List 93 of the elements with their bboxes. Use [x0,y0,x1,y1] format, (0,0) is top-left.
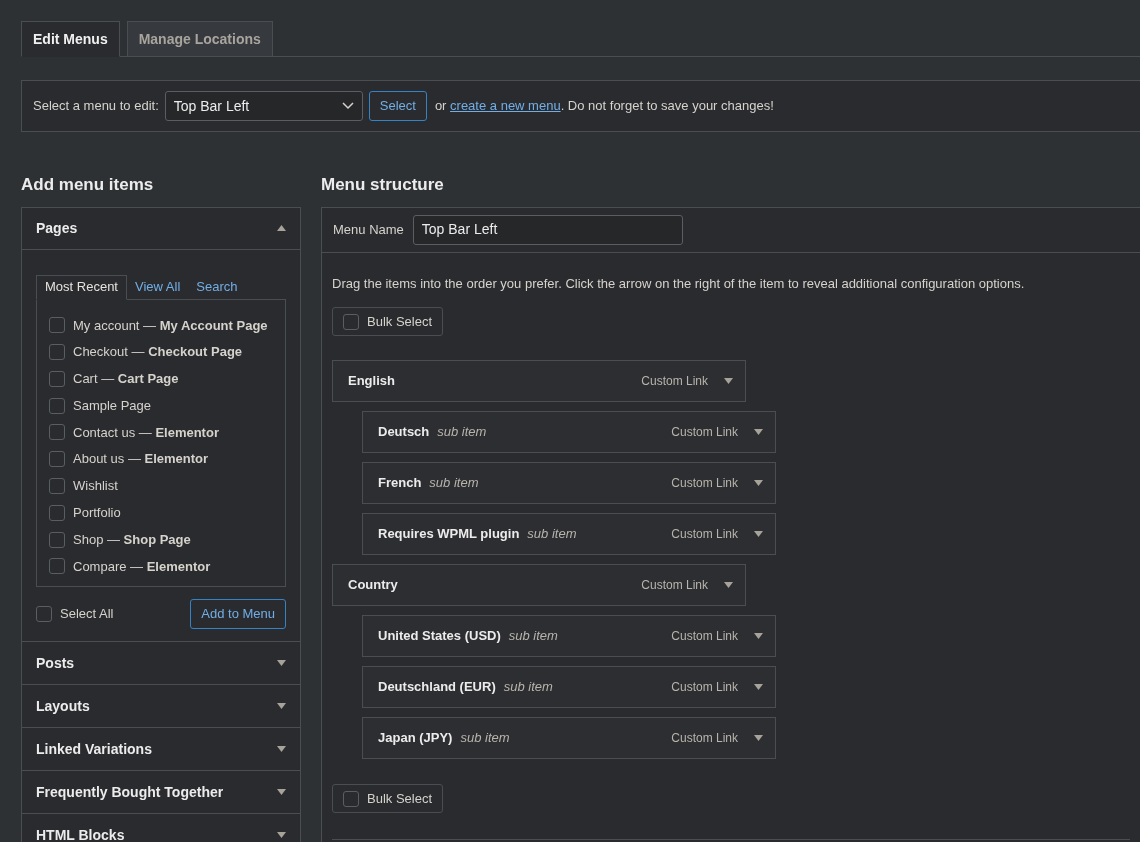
page-option[interactable]: Sample Page [73,395,152,416]
menu-item-type: Custom Link [671,424,738,441]
page-option[interactable]: Compare — Elementor [73,556,211,577]
expand-arrow-icon[interactable] [754,684,763,690]
expand-arrow-icon[interactable] [277,789,286,796]
create-menu-text: or create a new menu. Do not forget to save your changes! [434,97,774,116]
menu-item-type: Custom Link [671,526,738,543]
expand-arrow-icon[interactable] [754,735,763,741]
page-option[interactable]: Portfolio [73,503,121,523]
expand-arrow-icon[interactable] [754,531,763,537]
menu-item-type: Custom Link [671,679,738,696]
checkbox[interactable] [49,504,65,521]
accordion-header[interactable]: Posts [22,642,300,685]
menu-name-field[interactable]: Top Bar Left [412,214,683,245]
page-option[interactable]: Contact us — Elementor [73,422,219,443]
menu-item-title: French [378,474,422,493]
menu-item-title: Requires WPML plugin [378,525,520,544]
bulk-select-button[interactable]: Bulk Select [332,784,444,813]
expand-arrow-icon[interactable] [754,429,763,435]
menu-item[interactable]: French sub item Custom Link [362,462,776,504]
menu-item[interactable]: Deutsch sub item Custom Link [362,411,776,453]
tab[interactable]: Edit Menus [21,21,120,57]
page-option[interactable]: Wishlist [73,476,118,496]
checkbox[interactable] [49,424,65,441]
menu-item-note: sub item [503,678,553,697]
expand-arrow-icon[interactable] [277,660,286,667]
menu-item-type: Custom Link [671,475,738,492]
menu-item[interactable]: English Custom Link [332,360,746,402]
checkbox[interactable] [343,313,359,330]
menu-item-type: Custom Link [641,373,708,390]
page-option[interactable]: Checkout — Checkout Page [73,342,243,362]
menu-item-title: United States (USD) [378,627,501,646]
panel-tab[interactable]: Most Recent [36,274,127,300]
page-option[interactable]: Shop — Shop Page [73,529,191,550]
panel-tab[interactable]: Search [188,274,246,300]
page-option[interactable]: About us — Elementor [73,449,209,469]
page-option[interactable]: Cart — Cart Page [73,369,179,389]
menu-item-type: Custom Link [671,628,738,645]
checkbox[interactable] [49,397,65,414]
expand-arrow-icon[interactable] [754,633,763,639]
expand-arrow-icon[interactable] [277,746,286,753]
checkbox[interactable] [343,790,359,807]
select-all-label[interactable]: Select All [60,604,114,624]
accordion-header[interactable]: Frequently Bought Together [22,771,300,814]
bulk-select-button[interactable]: Bulk Select [332,307,444,336]
menu-item-type: Custom Link [671,730,738,747]
instructions-text: Drag the items into the order you prefer. Click the arrow on the right of the item to reveal additional configuration options. [332,274,1026,293]
menu-item-title: English [348,372,395,391]
add-to-menu-button[interactable]: Add to Menu [190,599,286,630]
menu-item[interactable]: Requires WPML plugin sub item Custom Link [362,513,776,555]
menu-item[interactable]: Deutschland (EUR) sub item Custom Link [362,666,776,708]
accordion-header[interactable]: Pages [22,207,300,250]
checkbox[interactable] [49,451,65,468]
checkbox[interactable] [49,317,65,334]
menu-item[interactable]: United States (USD) sub item Custom Link [362,615,776,657]
create-new-menu-link[interactable]: create a new menu [450,98,561,114]
menu-name-label: Menu Name [333,220,404,239]
menu-item[interactable]: Country Custom Link [332,564,746,606]
menu-item-note: sub item [460,729,510,748]
menu-item-type: Custom Link [641,577,708,594]
menu-dropdown[interactable]: Top Bar Left [164,91,363,121]
menu-select-label: Select a menu to edit: [33,97,159,116]
accordion-header[interactable]: Linked Variations [22,728,300,771]
expand-arrow-icon[interactable] [754,480,763,486]
menu-item[interactable]: Japan (JPY) sub item Custom Link [362,717,776,759]
expand-arrow-icon[interactable] [724,378,733,384]
collapse-arrow-icon[interactable] [277,225,286,231]
expand-arrow-icon[interactable] [724,582,733,588]
select-button[interactable]: Select [368,91,427,121]
checkbox[interactable] [36,606,52,623]
menu-item-title: Japan (JPY) [378,729,453,748]
menu-item-note: sub item [527,525,577,544]
checkbox[interactable] [49,344,65,361]
menu-item-title: Deutschland (EUR) [378,678,496,697]
menu-item-note: sub item [508,627,558,646]
menu-item-title: Deutsch [378,423,430,442]
expand-arrow-icon[interactable] [277,832,286,839]
tab[interactable]: Manage Locations [126,21,273,57]
menu-item-note: sub item [429,474,479,493]
checkbox[interactable] [49,531,65,548]
add-menu-items-heading: Add menu items [21,174,155,196]
menu-structure-heading: Menu structure [321,174,445,196]
panel-tab[interactable]: View All [127,274,189,300]
checkbox[interactable] [49,370,65,387]
menu-item-note: sub item [437,423,487,442]
menu-item-title: Country [348,576,398,595]
checkbox[interactable] [49,478,65,495]
page-option[interactable]: My account — My Account Page [73,315,268,335]
accordion-header[interactable]: HTML Blocks [22,814,300,842]
expand-arrow-icon[interactable] [277,703,286,710]
checkbox[interactable] [49,558,65,575]
accordion-header[interactable]: Layouts [22,685,300,728]
chevron-down-icon [341,102,354,110]
